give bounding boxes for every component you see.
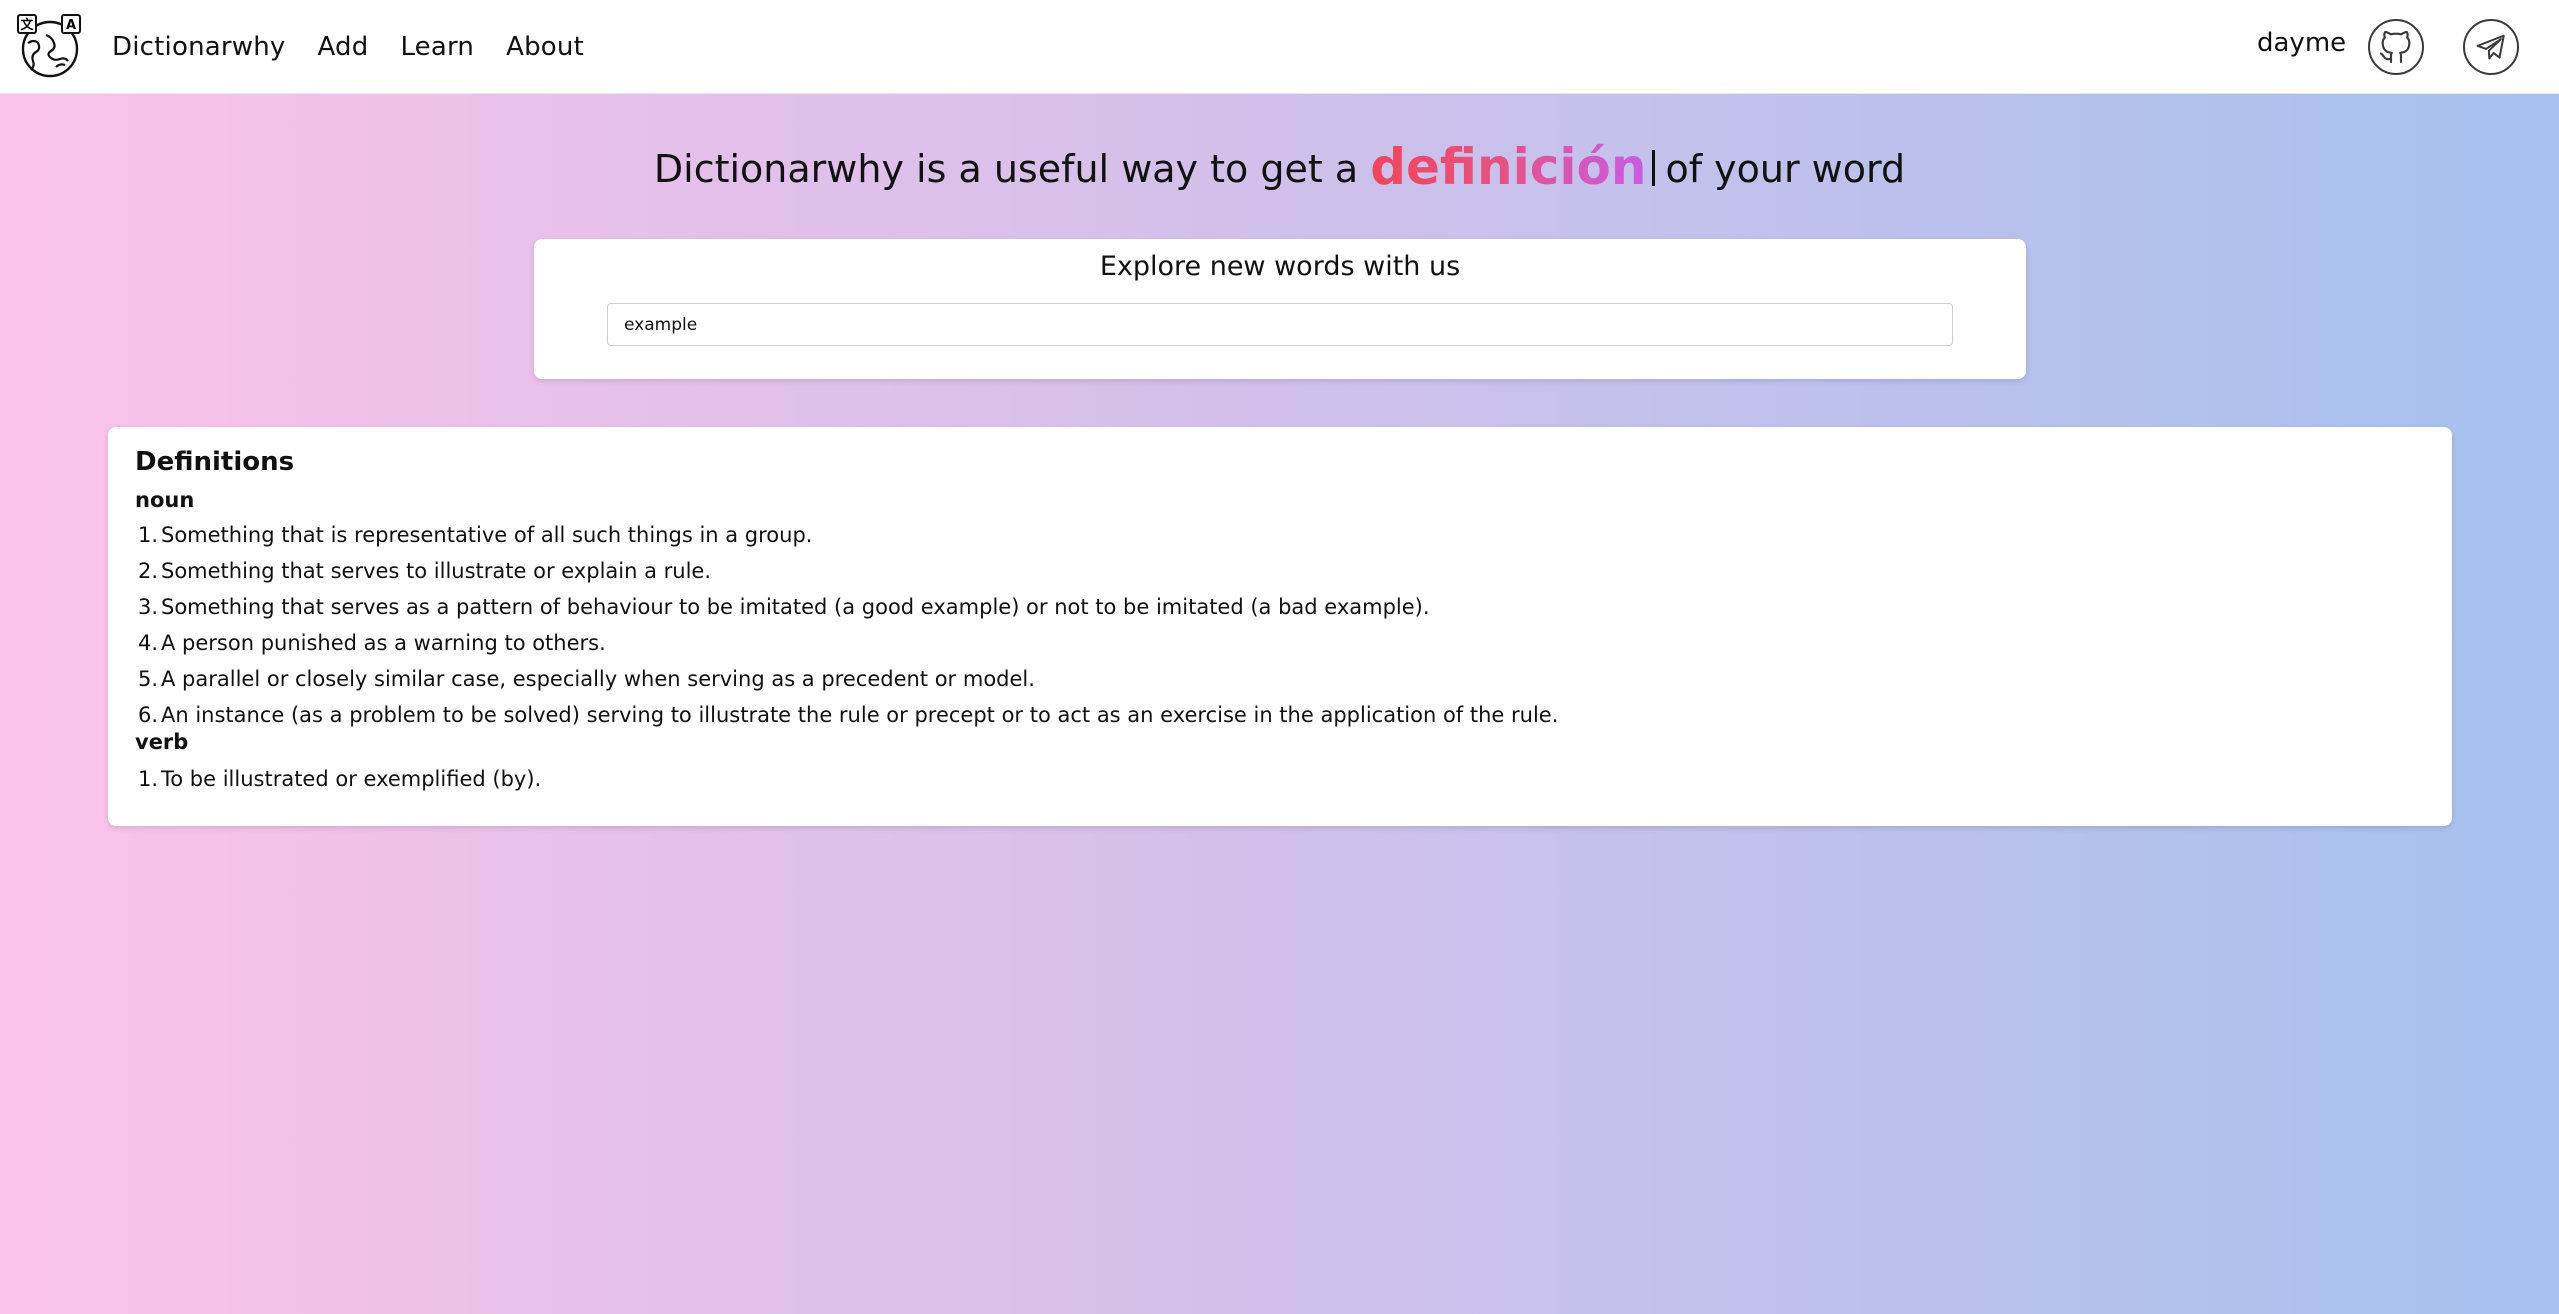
hero-heading: Dictionarwhy is a useful way to get a de… [0,138,2559,196]
definitions-card: Definitions noun 1. Something that is rep… [108,427,2452,826]
noun-definition-list: 1. Something that is representative of al… [135,517,1558,733]
nav-link-about[interactable]: About [506,32,584,62]
github-icon[interactable] [2368,19,2424,75]
list-item: 3. Something that serves as a pattern of … [137,595,1430,619]
svg-text:A: A [66,18,76,33]
hero-suffix: of your word [1665,147,1906,191]
username[interactable]: dayme [2257,28,2346,58]
part-of-speech-verb: verb [135,730,189,754]
search-title: Explore new words with us [1099,251,1461,282]
list-item: 1. To be illustrated or exemplified (by). [137,767,542,791]
nav-brand-link[interactable]: Dictionarwhy [112,32,286,62]
list-item: 2. Something that serves to illustrate or… [137,559,712,583]
verb-definition-list: 1. To be illustrated or exemplified (by). [135,761,541,797]
telegram-icon[interactable] [2463,19,2519,75]
hero-highlight-word: definición [1370,138,1647,196]
globe-translate-logo-icon[interactable]: 文 A [16,13,82,79]
nav-links: Dictionarwhy Add Learn About [112,0,584,94]
list-item: 6. An instance (as a problem to be solved… [137,703,1559,727]
list-item: 4. A person punished as a warning to othe… [137,631,606,655]
navbar: 文 A Dictionarwhy Add Learn About dayme [0,0,2559,94]
part-of-speech-noun: noun [135,488,195,512]
hero-prefix: Dictionarwhy is a useful way to get a [653,147,1359,191]
search-input[interactable] [607,303,1953,346]
list-item: 5. A parallel or closely similar case, es… [137,667,1035,691]
definitions-title: Definitions [135,447,295,477]
typing-cursor [1652,150,1656,186]
search-card: Explore new words with us [534,239,2026,379]
svg-text:文: 文 [20,17,34,33]
nav-link-learn[interactable]: Learn [400,32,474,62]
list-item: 1. Something that is representative of al… [137,523,813,547]
nav-link-add[interactable]: Add [318,32,369,62]
